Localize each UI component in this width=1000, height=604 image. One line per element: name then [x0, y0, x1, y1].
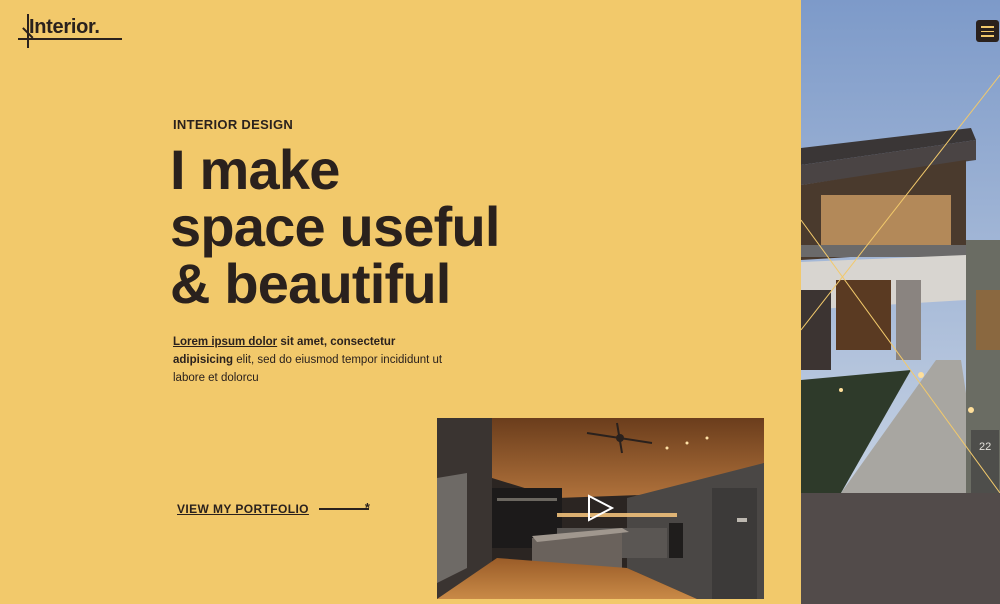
hero-section: Interior. INTERIOR DESIGN I make space u…	[0, 0, 801, 604]
description-bold-2: adipisicing	[173, 354, 234, 366]
kitchen-interior-photo	[437, 418, 764, 599]
page-title: I make space useful & beautiful	[170, 141, 590, 312]
headline-line-2: space useful	[170, 195, 500, 258]
description-body-2: labore et dolorcu	[173, 372, 259, 384]
description-link[interactable]: Lorem ipsum dolor	[173, 336, 277, 348]
arrow-right-icon: *	[318, 501, 375, 514]
hamburger-menu-icon[interactable]	[976, 20, 999, 42]
view-portfolio-link[interactable]: VIEW MY PORTFOLIO *	[177, 501, 375, 516]
description-body-1: elit, sed do eiusmod tempor incididunt u…	[236, 354, 443, 366]
hero-description: Lorem ipsum dolor sit amet, consectetur …	[173, 333, 473, 387]
house-number: 22	[979, 441, 991, 453]
video-thumbnail[interactable]	[437, 418, 764, 599]
headline-line-1: I make	[170, 138, 340, 201]
side-panel: 22	[801, 0, 1000, 604]
eyebrow-label: INTERIOR DESIGN	[173, 117, 294, 132]
logo[interactable]: Interior.	[18, 14, 122, 48]
view-portfolio-label: VIEW MY PORTFOLIO	[177, 502, 309, 516]
house-exterior-photo: 22	[801, 0, 1000, 493]
headline-line-3: & beautiful	[170, 252, 451, 315]
dark-panel	[801, 493, 1000, 604]
description-bold-1: sit amet, consectetur	[280, 336, 396, 348]
logo-text: Interior.	[29, 16, 100, 38]
